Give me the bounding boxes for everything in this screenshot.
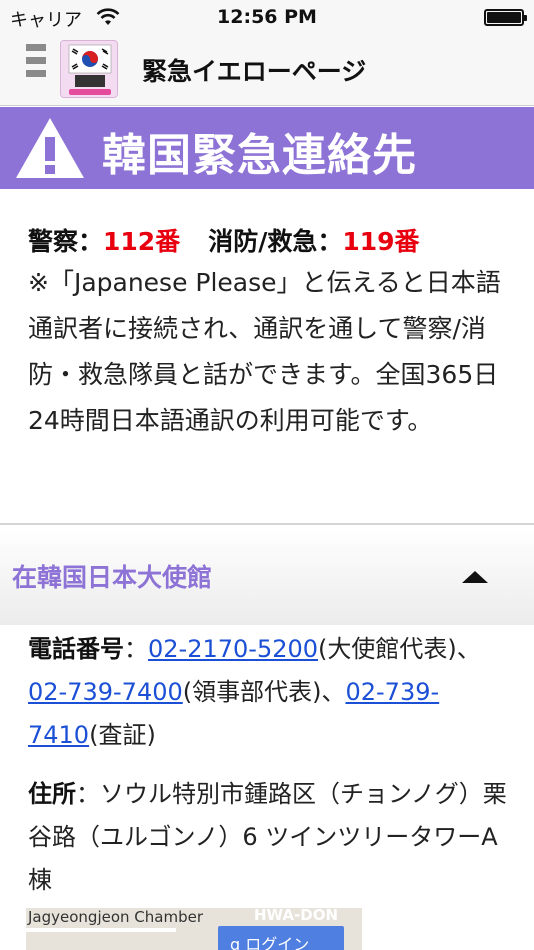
phone-link-consular[interactable]: 02-739-7400 — [28, 678, 183, 706]
section-title: 在韓国日本大使館 — [12, 563, 213, 592]
warning-icon — [16, 118, 84, 178]
phone-link-main[interactable]: 02-2170-5200 — [148, 635, 318, 663]
embassy-info: 電話番号：02-2170-5200(大使館代表)、02-739-7400(領事部… — [28, 628, 512, 902]
battery-icon — [484, 9, 527, 26]
map-preview[interactable]: Jagyeongjeon Chamber HWA-DON g ログイン — [26, 908, 362, 950]
map-road — [26, 928, 176, 932]
emergency-banner: 韓国緊急連絡先 — [0, 107, 534, 189]
map-place-label: Jagyeongjeon Chamber — [28, 908, 203, 926]
emergency-numbers: 警察：112番 消防/救急：119番 — [28, 222, 508, 258]
fire-label: 消防/救急： — [208, 227, 343, 256]
emergency-info: 警察：112番 消防/救急：119番 ※「Japanese Please」と伝える… — [28, 222, 508, 444]
fire-number[interactable]: 119番 — [342, 227, 419, 256]
status-bar: キャリア 12:56 PM — [0, 0, 534, 34]
status-time: 12:56 PM — [217, 6, 317, 28]
address-text: ソウル特別市鍾路区（チョンノグ）栗谷路（ユルゴンノ）6 ツインツリータワーA棟 — [28, 780, 507, 894]
page-title: 緊急イエローページ — [142, 57, 367, 86]
map-login-button[interactable]: g ログイン — [218, 926, 344, 950]
menu-icon[interactable] — [26, 44, 46, 94]
address: 住所：ソウル特別市鍾路区（チョンノグ）栗谷路（ユルゴンノ）6 ツインツリータワー… — [28, 780, 507, 894]
police-number[interactable]: 112番 — [103, 227, 180, 256]
map-district-label: HWA-DON — [254, 908, 339, 924]
embassy-section-header[interactable]: 在韓国日本大使館 — [0, 525, 534, 625]
collapse-triangle-icon[interactable] — [462, 571, 488, 583]
address-label: 住所 — [28, 780, 76, 808]
navigation-bar: 緊急イエローページ — [0, 34, 534, 106]
interpreter-note: ※「Japanese Please」と伝えると日本語通訳者に接続され、通訳を通し… — [28, 268, 501, 435]
police-label: 警察： — [28, 227, 104, 256]
banner-title: 韓国緊急連絡先 — [102, 130, 417, 181]
korea-flag-logo — [60, 40, 118, 98]
phone-label: 電話番号 — [28, 635, 124, 663]
phone-numbers: 電話番号：02-2170-5200(大使館代表)、02-739-7400(領事部… — [28, 635, 481, 749]
